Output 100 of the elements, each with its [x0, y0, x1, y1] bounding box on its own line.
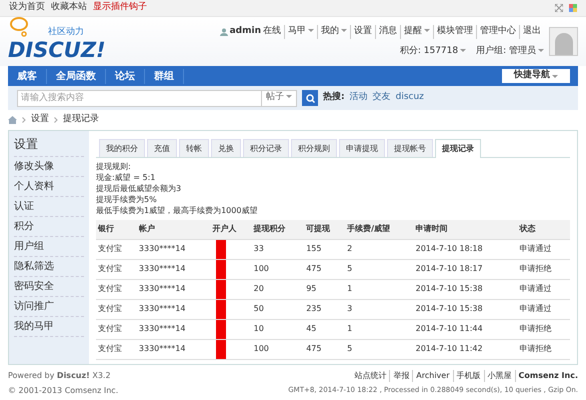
- nav-item[interactable]: 全局函数: [47, 68, 106, 84]
- speech-bubble-icon: [9, 16, 31, 38]
- rule-text: 现金:威望 = 5:1: [96, 172, 156, 183]
- footer-link[interactable]: 举报: [390, 370, 414, 382]
- column-header: 手续费/威望: [345, 220, 414, 239]
- credits-link[interactable]: 积分: 157718: [400, 44, 466, 58]
- sidebar-item[interactable]: 我的马甲: [14, 317, 84, 337]
- table-cell: 2014-7-10 11:44: [414, 319, 518, 339]
- chevron-icon: [54, 117, 58, 123]
- search-field[interactable]: 请输入搜索内容: [17, 90, 262, 106]
- user-menu-link[interactable]: 消息: [375, 25, 400, 38]
- table-cell: 100: [252, 259, 304, 279]
- fullscreen-icon[interactable]: [555, 4, 563, 12]
- table-cell: 95: [304, 279, 346, 299]
- tab[interactable]: 积分记录: [243, 139, 289, 157]
- tab[interactable]: 转帐: [179, 139, 209, 157]
- caret-icon: [538, 48, 544, 52]
- sidebar-item[interactable]: 认证: [14, 197, 84, 217]
- table-cell: 支付宝: [96, 279, 137, 299]
- user-menu-link[interactable]: 设置: [350, 25, 375, 38]
- column-header: 状态: [517, 220, 570, 239]
- tab[interactable]: 兑换: [211, 139, 241, 157]
- footer-link[interactable]: 站点统计: [351, 370, 390, 382]
- table-cell: 申请拒绝: [517, 339, 570, 359]
- footer-link[interactable]: Archiver: [413, 370, 454, 382]
- tab[interactable]: 提现帐号: [387, 139, 433, 157]
- table-cell: 支付宝: [96, 339, 137, 359]
- table-cell: 5: [345, 259, 414, 279]
- footer-link[interactable]: 小黑屋: [484, 370, 516, 382]
- table-cell: 3: [345, 299, 414, 319]
- user-menu-link[interactable]: 模块管理: [433, 25, 476, 38]
- company-link[interactable]: Comsenz Inc.: [516, 370, 578, 382]
- breadcrumb-link[interactable]: 提现记录: [63, 113, 99, 127]
- table-cell: 50: [252, 299, 304, 319]
- user-group-link[interactable]: 用户组: 管理员: [476, 44, 544, 58]
- user-menu-link[interactable]: 退出: [519, 25, 544, 38]
- sidebar-item[interactable]: 隐私筛选: [14, 257, 84, 277]
- nav-item[interactable]: 威客: [8, 68, 47, 84]
- table-cell: 2014-7-10 18:18: [414, 239, 518, 259]
- rule-text: 最低手续费为1威望，最高手续费为1000威望: [96, 205, 258, 216]
- sidebar-item[interactable]: 密码安全: [14, 277, 84, 297]
- tab[interactable]: 申请提现: [339, 139, 385, 157]
- hot-search-link[interactable]: 交友: [372, 91, 391, 105]
- table-cell: 支付宝: [96, 259, 137, 279]
- redaction-mark: [216, 240, 226, 258]
- sidebar-item[interactable]: 积分: [14, 217, 84, 237]
- hot-search-label: 热搜:: [323, 91, 345, 104]
- user-menu-link[interactable]: 马甲: [284, 25, 317, 38]
- hot-search-link[interactable]: discuz: [396, 91, 424, 105]
- top-link[interactable]: 设为首页: [9, 1, 45, 15]
- search-scope-select[interactable]: 帖子: [262, 90, 297, 106]
- user-menu-link[interactable]: 我的: [317, 25, 350, 38]
- palette-icon[interactable]: [569, 4, 577, 12]
- column-header: 申请时间: [414, 220, 518, 239]
- table-cell: 475: [304, 259, 346, 279]
- caret-icon: [552, 74, 558, 78]
- user-icon: [220, 28, 228, 36]
- powered-by-text: Powered by Discuz! X3.2: [8, 370, 112, 382]
- table-cell: 3330****14: [136, 279, 211, 299]
- sidebar-item[interactable]: 个人资料: [14, 177, 84, 197]
- table-cell: 20: [252, 279, 304, 299]
- caret-icon: [286, 95, 292, 98]
- tab[interactable]: 提现记录: [435, 139, 481, 158]
- tab[interactable]: 我的积分: [99, 139, 145, 157]
- top-link[interactable]: 收藏本站: [51, 1, 87, 15]
- table-cell: 10: [252, 319, 304, 339]
- search-icon: [306, 94, 314, 102]
- user-menu-link[interactable]: 提醒: [400, 25, 433, 38]
- search-button[interactable]: [302, 90, 318, 106]
- table-cell: 1: [345, 279, 414, 299]
- redaction-mark: [216, 320, 226, 338]
- table-cell: 475: [304, 339, 346, 359]
- rule-text: 提现规则:: [96, 161, 132, 172]
- user-menu-link[interactable]: 管理中心: [476, 25, 519, 38]
- table-cell: 3330****14: [136, 299, 211, 319]
- table-cell: 2014-7-10 18:17: [414, 259, 518, 279]
- column-header: 银行: [96, 220, 137, 239]
- sidebar-item[interactable]: 访问推广: [14, 297, 84, 317]
- table-cell: 235: [304, 299, 346, 319]
- tab[interactable]: 积分规则: [291, 139, 337, 157]
- breadcrumb-link[interactable]: 设置: [31, 113, 49, 127]
- rule-text: 提现手续费为5%: [96, 194, 158, 205]
- plugin-link[interactable]: 显示插件钩子: [93, 1, 147, 15]
- tab[interactable]: 充值: [147, 139, 177, 157]
- chevron-icon: [22, 117, 26, 123]
- sidebar-item[interactable]: 用户组: [14, 237, 84, 257]
- avatar-silhouette[interactable]: [549, 27, 578, 56]
- hot-search-link[interactable]: 活动: [350, 91, 368, 105]
- quick-nav-button[interactable]: 快捷导航: [502, 69, 570, 83]
- username-link[interactable]: admin: [230, 25, 261, 38]
- table-cell: 3330****14: [136, 339, 211, 359]
- sidebar-item[interactable]: 修改头像: [14, 157, 84, 177]
- table-cell: 申请通过: [517, 299, 570, 319]
- footer-link[interactable]: 手机版: [454, 370, 485, 382]
- table-cell: 申请拒绝: [517, 319, 570, 339]
- home-icon[interactable]: [8, 116, 17, 124]
- nav-item[interactable]: 群组: [145, 68, 184, 84]
- table-cell: 155: [304, 239, 346, 259]
- nav-item[interactable]: 论坛: [106, 68, 145, 84]
- logo-tagline: 社区动力: [48, 26, 84, 39]
